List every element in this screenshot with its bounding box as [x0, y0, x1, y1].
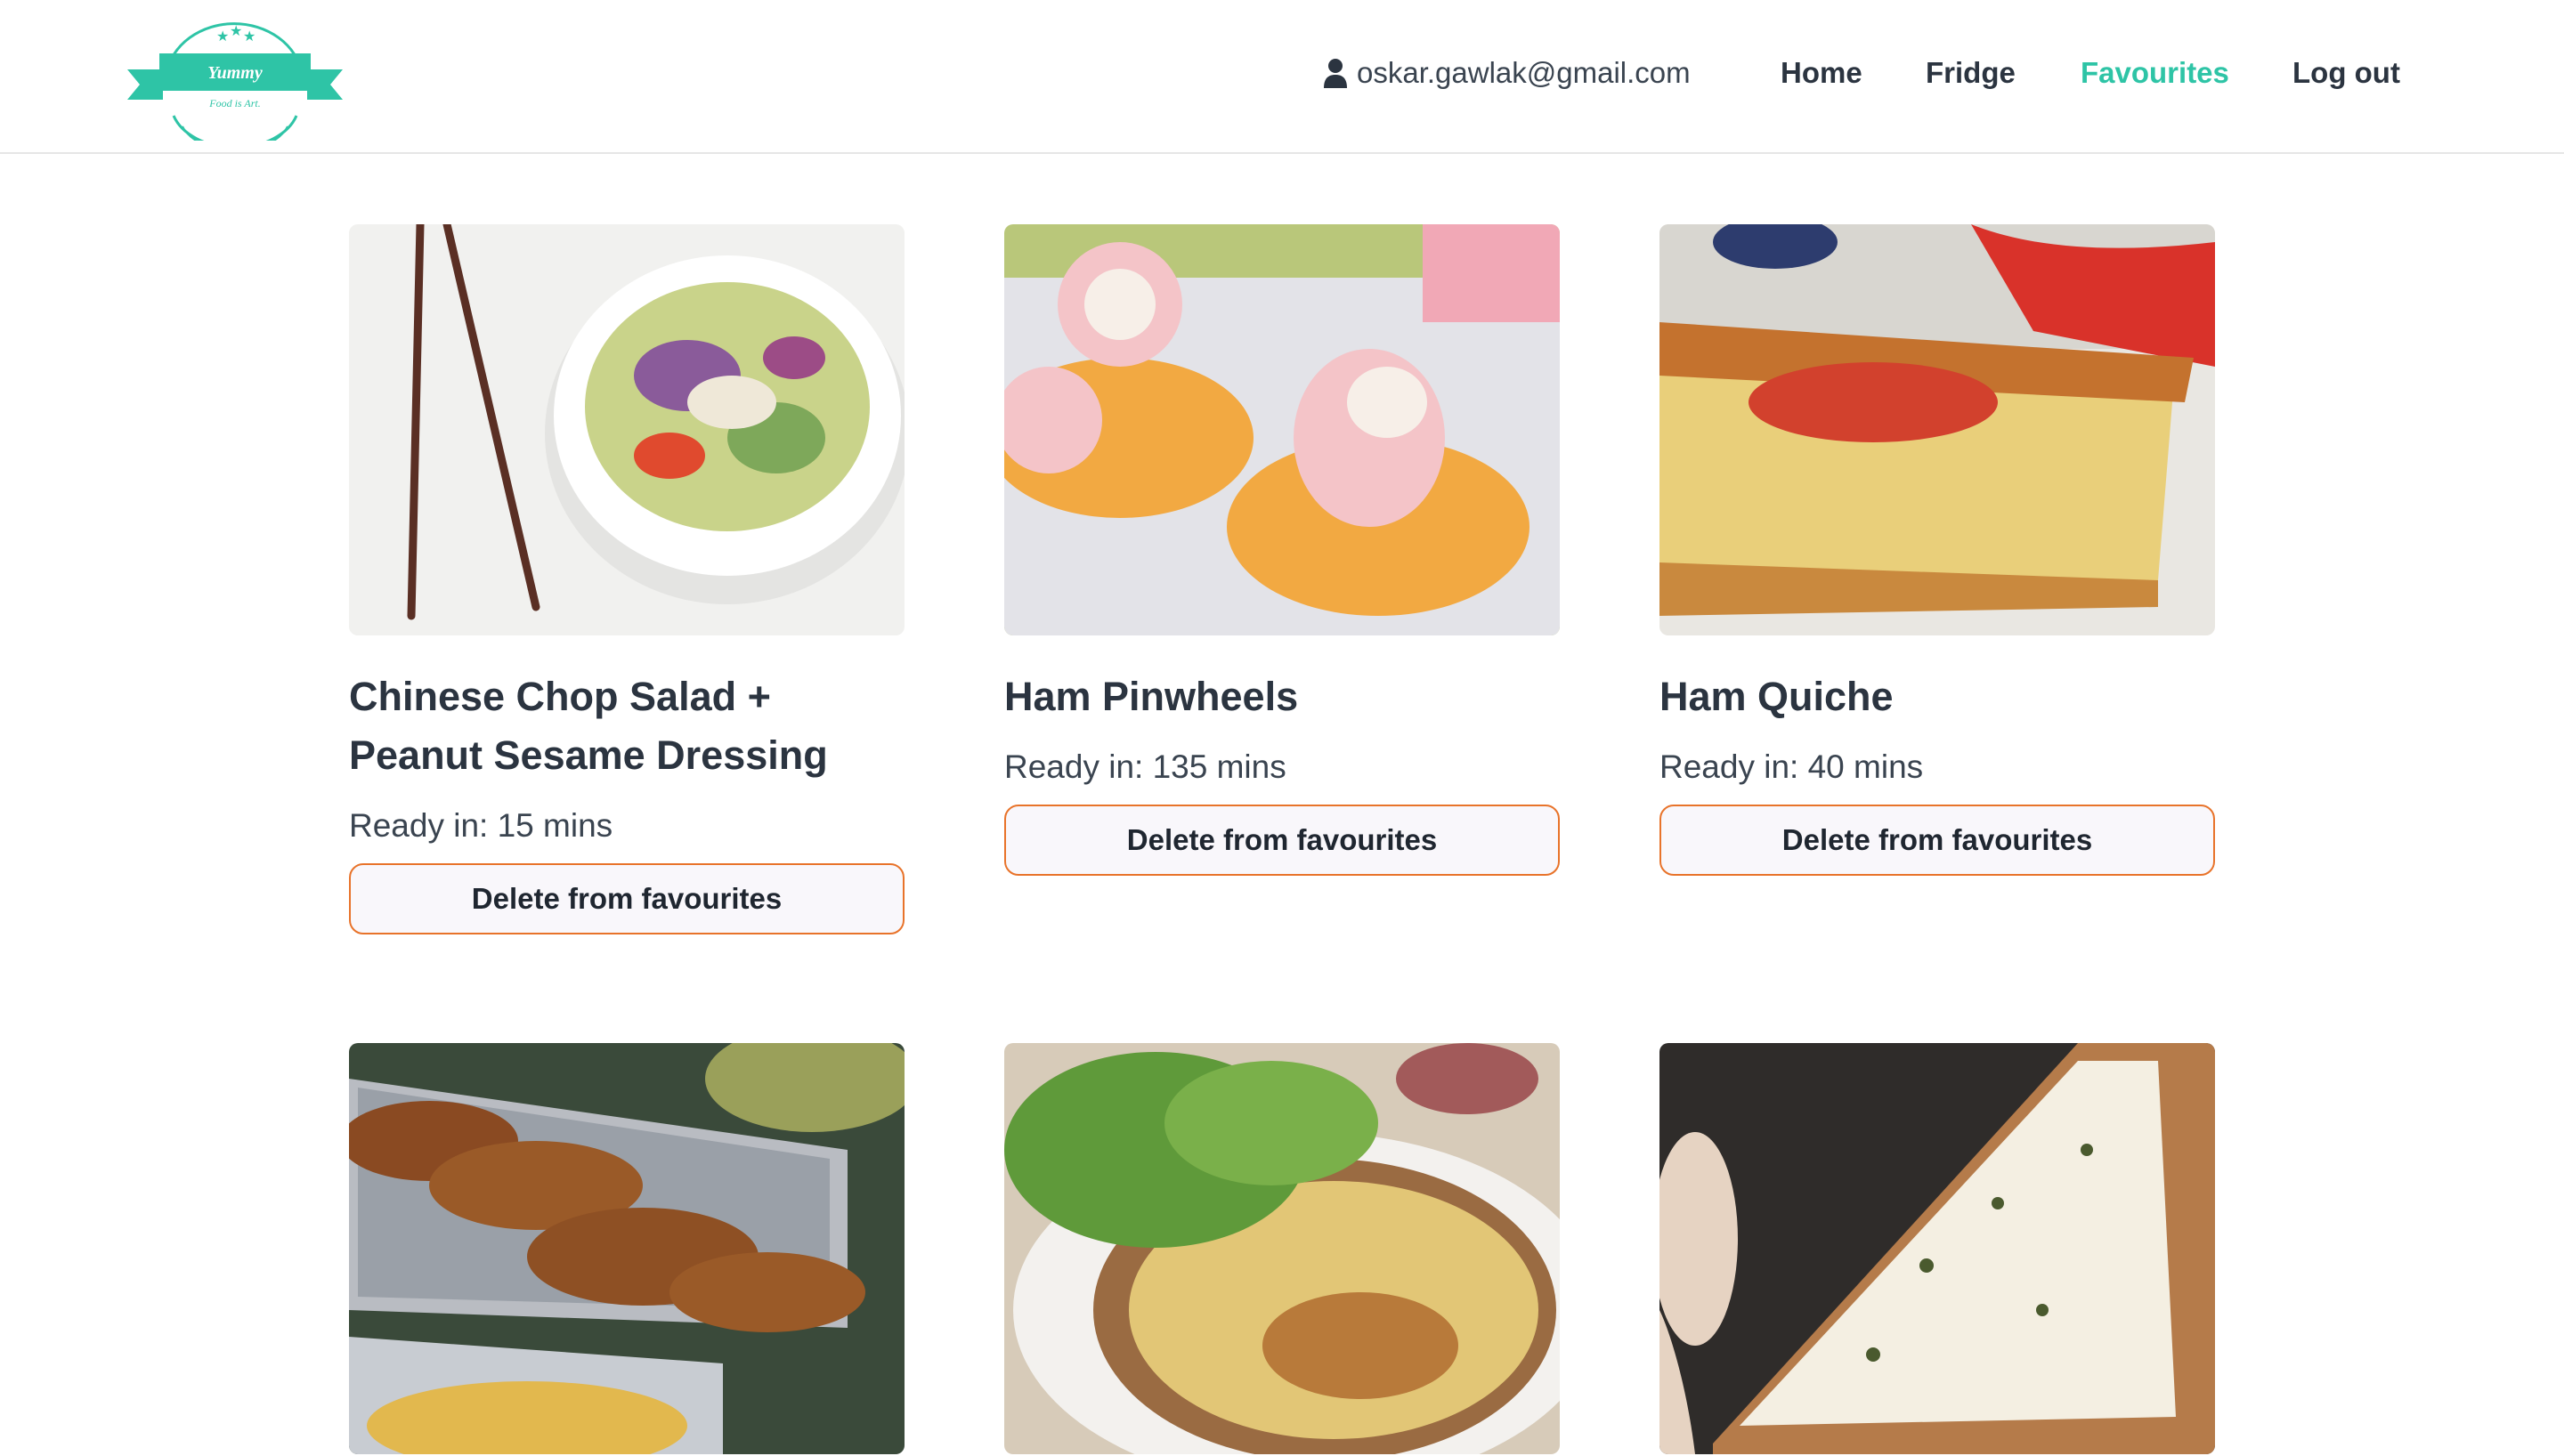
recipe-card [1659, 1043, 2215, 1454]
nav-home[interactable]: Home [1781, 52, 1862, 94]
recipe-image-breaded-chicken[interactable] [349, 1043, 905, 1454]
recipe-ready-time: Ready in: 135 mins [1004, 748, 1286, 785]
recipe-image-ham-quiche[interactable] [1659, 224, 2215, 635]
nav-logout[interactable]: Log out [2292, 52, 2400, 94]
delete-from-favourites-button[interactable]: Delete from favourites [1004, 805, 1560, 876]
nav-fridge[interactable]: Fridge [1926, 52, 2016, 94]
logo-brand: Yummy [207, 63, 263, 83]
recipe-image-white-pizza[interactable] [1659, 1043, 2215, 1454]
recipe-title[interactable]: Ham Quiche [1659, 667, 2215, 726]
recipe-title[interactable]: Ham Pinwheels [1004, 667, 1560, 726]
recipe-card [349, 1043, 905, 1454]
logo-tagline: Food is Art. [208, 97, 260, 109]
recipe-ready-time: Ready in: 15 mins [349, 807, 613, 844]
delete-from-favourites-button[interactable]: Delete from favourites [349, 863, 905, 934]
svg-text:★: ★ [216, 29, 229, 44]
recipe-card: Chinese Chop Salad + Peanut Sesame Dress… [349, 224, 905, 934]
svg-text:★: ★ [243, 29, 256, 44]
recipe-card: Ham Quiche Ready in: 40 mins Delete from… [1659, 224, 2215, 876]
nav-favourites[interactable]: Favourites [2081, 52, 2229, 94]
user-account[interactable]: oskar.gawlak@gmail.com [1323, 52, 1691, 94]
recipe-image-ham-pinwheels[interactable] [1004, 224, 1560, 635]
svg-text:★: ★ [230, 24, 242, 39]
recipe-card [1004, 1043, 1560, 1454]
delete-from-favourites-button[interactable]: Delete from favourites [1659, 805, 2215, 876]
user-icon [1324, 59, 1347, 88]
recipe-ready-time: Ready in: 40 mins [1659, 748, 1924, 785]
recipe-image-salad[interactable] [349, 224, 905, 635]
yummy-logo[interactable]: ★ ★ ★ Yummy Food is Art. [127, 11, 343, 152]
recipe-card: Ham Pinwheels Ready in: 135 mins Delete … [1004, 224, 1560, 876]
user-email: oskar.gawlak@gmail.com [1357, 56, 1691, 89]
recipe-image-quiche-salad[interactable] [1004, 1043, 1560, 1454]
navbar: ★ ★ ★ Yummy Food is Art. oskar.gawlak@gm… [0, 0, 2564, 154]
recipe-title[interactable]: Chinese Chop Salad + Peanut Sesame Dress… [349, 667, 905, 785]
